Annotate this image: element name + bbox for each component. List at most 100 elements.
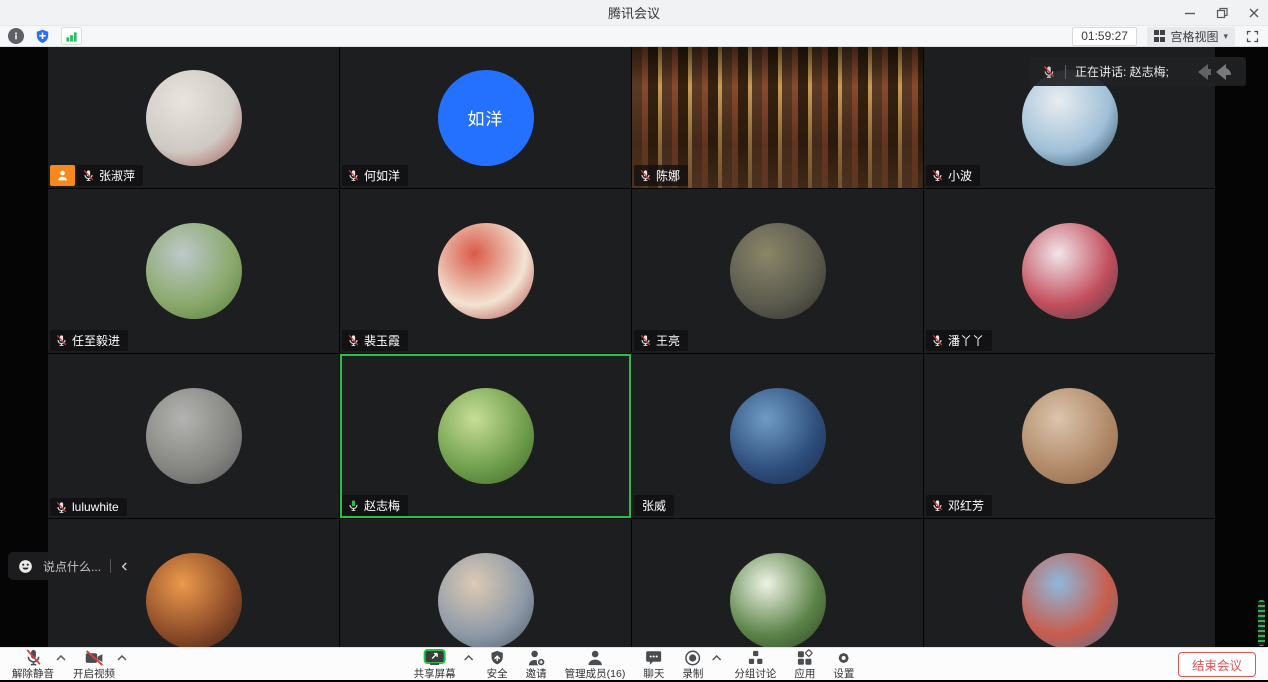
manage-members-button[interactable]: 管理成员(16) xyxy=(559,648,632,680)
mic-muted-icon xyxy=(931,169,944,182)
mic-muted-icon xyxy=(82,169,95,182)
participant-name-label: 任至毅进 xyxy=(50,330,128,351)
participant-tile[interactable]: 如洋 何如洋 xyxy=(340,47,631,188)
participant-avatar xyxy=(1022,553,1118,647)
participant-name: 张威 xyxy=(642,497,666,514)
participant-name: 王亮 xyxy=(656,332,680,349)
start-video-button[interactable]: 开启视频 xyxy=(67,648,121,680)
mic-options-chevron[interactable] xyxy=(56,655,66,661)
meeting-info-icon[interactable] xyxy=(8,28,24,44)
chat-input-hint[interactable]: 说点什么... xyxy=(43,558,101,575)
participant-tile[interactable] xyxy=(48,519,339,647)
participant-name: 潘丫丫 xyxy=(948,332,984,349)
participant-avatar xyxy=(146,553,242,647)
avatar-initials xyxy=(730,223,826,319)
status-icons xyxy=(8,27,82,45)
participant-avatar xyxy=(1022,223,1118,319)
unmute-button[interactable]: 解除静音 xyxy=(6,648,60,680)
participant-tile[interactable]: 任至毅进 xyxy=(48,189,339,353)
security-shield-icon[interactable] xyxy=(34,28,51,45)
view-mode-button[interactable]: 宫格视图 ▾ xyxy=(1147,27,1235,46)
video-grid-stage: 张淑萍 如洋 何如洋 xyxy=(0,47,1268,647)
participant-name: 小波 xyxy=(948,167,972,184)
mic-muted-icon xyxy=(1042,65,1056,79)
participant-name: 裴玉霞 xyxy=(364,332,400,349)
video-options-chevron[interactable] xyxy=(117,655,127,661)
mic-muted-icon xyxy=(639,169,652,182)
participant-labelrow: luluwhite xyxy=(50,498,127,516)
manage-members-label: 管理成员(16) xyxy=(565,668,626,680)
breakout-rooms-label: 分组讨论 xyxy=(734,668,776,680)
participant-labelrow: 陈娜 xyxy=(634,165,688,186)
security-button[interactable]: 安全 xyxy=(481,648,514,680)
record-button[interactable]: 录制 xyxy=(676,648,709,680)
avatar-initials xyxy=(1022,223,1118,319)
tencent-meeting-window: 腾讯会议 01:59:27 xyxy=(0,0,1268,682)
participant-tile[interactable]: 张威 xyxy=(632,354,923,518)
mic-muted-icon xyxy=(931,334,944,347)
avatar-initials xyxy=(730,388,826,484)
avatar-initials xyxy=(146,223,242,319)
record-options-chevron[interactable] xyxy=(711,655,721,661)
restore-button[interactable] xyxy=(1216,7,1228,19)
fullscreen-button[interactable] xyxy=(1245,29,1260,44)
participant-name-label: 邓红芳 xyxy=(926,495,992,516)
apps-button[interactable]: 应用 xyxy=(788,648,821,680)
participant-name-label: 小波 xyxy=(926,165,980,186)
participant-avatar xyxy=(438,553,534,647)
person-icon xyxy=(586,650,605,667)
participant-tile[interactable]: 王亮 xyxy=(632,189,923,353)
invite-button[interactable]: 邀请 xyxy=(520,648,553,680)
avatar-initials xyxy=(146,388,242,484)
divider xyxy=(110,559,111,573)
participant-tile[interactable]: 潘丫丫 xyxy=(924,189,1215,353)
participant-avatar: 如洋 xyxy=(438,70,534,166)
end-meeting-button[interactable]: 结束会议 xyxy=(1178,652,1256,677)
participant-avatar xyxy=(438,388,534,484)
grid-view-icon xyxy=(1154,30,1166,42)
participant-labelrow: 张淑萍 xyxy=(50,165,143,186)
mic-muted-icon xyxy=(347,334,360,347)
participant-name: 赵志梅 xyxy=(364,497,400,514)
participant-tile[interactable]: 邓红芳 xyxy=(924,354,1215,518)
settings-button[interactable]: 设置 xyxy=(827,648,860,680)
participant-tile[interactable] xyxy=(340,519,631,647)
emoji-icon[interactable] xyxy=(17,558,34,575)
participant-name-label: luluwhite xyxy=(50,498,127,516)
meeting-timer: 01:59:27 xyxy=(1072,27,1137,46)
participant-tile[interactable] xyxy=(632,519,923,647)
grid-scrollbar-thumb[interactable] xyxy=(1258,600,1265,646)
avatar-initials xyxy=(1022,553,1118,647)
share-screen-icon xyxy=(424,648,446,664)
participant-name: luluwhite xyxy=(72,500,119,514)
reply-arrows-icon[interactable] xyxy=(1192,60,1236,84)
participant-tile[interactable]: 陈娜 xyxy=(632,47,923,188)
participant-tile[interactable]: 张淑萍 xyxy=(48,47,339,188)
participant-tile[interactable] xyxy=(924,519,1215,647)
minimize-button[interactable] xyxy=(1184,7,1196,19)
avatar-initials xyxy=(1022,388,1118,484)
network-signal-icon[interactable] xyxy=(61,27,82,45)
mic-muted-icon xyxy=(347,169,360,182)
participant-tile[interactable]: 裴玉霞 xyxy=(340,189,631,353)
participant-labelrow: 潘丫丫 xyxy=(926,330,992,351)
share-screen-label: 共享屏幕 xyxy=(414,668,456,680)
share-options-chevron[interactable] xyxy=(464,655,474,661)
breakout-rooms-button[interactable]: 分组讨论 xyxy=(728,648,782,680)
participant-tile[interactable]: luluwhite xyxy=(48,354,339,518)
participant-tile[interactable]: 赵志梅 xyxy=(340,354,631,518)
participant-name-label: 陈娜 xyxy=(634,165,688,186)
chat-button[interactable]: 聊天 xyxy=(637,648,670,680)
speaking-banner-text: 正在讲话: 赵志梅; xyxy=(1075,63,1169,80)
collapse-chat-chevron-icon[interactable] xyxy=(120,561,129,572)
avatar-initials xyxy=(438,223,534,319)
participant-name-label: 潘丫丫 xyxy=(926,330,992,351)
record-icon xyxy=(684,650,702,667)
participant-labelrow: 张威 xyxy=(634,495,674,516)
start-video-label: 开启视频 xyxy=(73,668,115,680)
chat-label: 聊天 xyxy=(643,668,664,680)
share-screen-button[interactable]: 共享屏幕 xyxy=(408,648,462,680)
participant-name: 陈娜 xyxy=(656,167,680,184)
close-button[interactable] xyxy=(1248,7,1260,19)
participant-labelrow: 小波 xyxy=(926,165,980,186)
